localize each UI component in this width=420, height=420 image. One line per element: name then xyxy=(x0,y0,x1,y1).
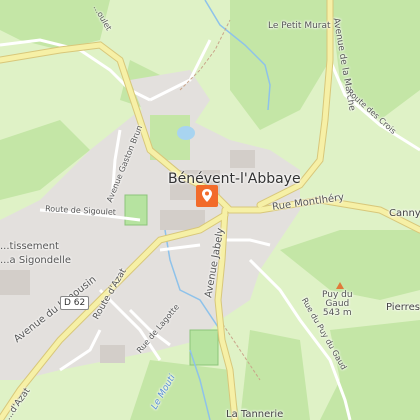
pond xyxy=(177,126,195,140)
poi-puy-du-gaud: Puy du Gaud 543 m xyxy=(322,291,353,318)
place-canny: Canny xyxy=(389,208,420,219)
place-la-tannerie: La Tannerie xyxy=(226,409,284,420)
poi-elevation: 543 m xyxy=(322,308,352,318)
town-label: Bénévent-l'Abbaye xyxy=(168,171,301,187)
place-le-petit-murat: Le Petit Murat xyxy=(268,21,331,31)
sports-field xyxy=(189,329,219,366)
place-sigondelle-1: ...tissement xyxy=(0,241,59,252)
map-view[interactable]: Le Petit Murat Avenue de la Marche Route… xyxy=(0,0,420,420)
place-sigondelle-2: ...a Sigondelle xyxy=(0,255,71,266)
place-pierres: Pierres xyxy=(386,302,420,313)
road-number-d62: D 62 xyxy=(60,296,90,310)
location-pin-icon[interactable] xyxy=(196,185,218,207)
